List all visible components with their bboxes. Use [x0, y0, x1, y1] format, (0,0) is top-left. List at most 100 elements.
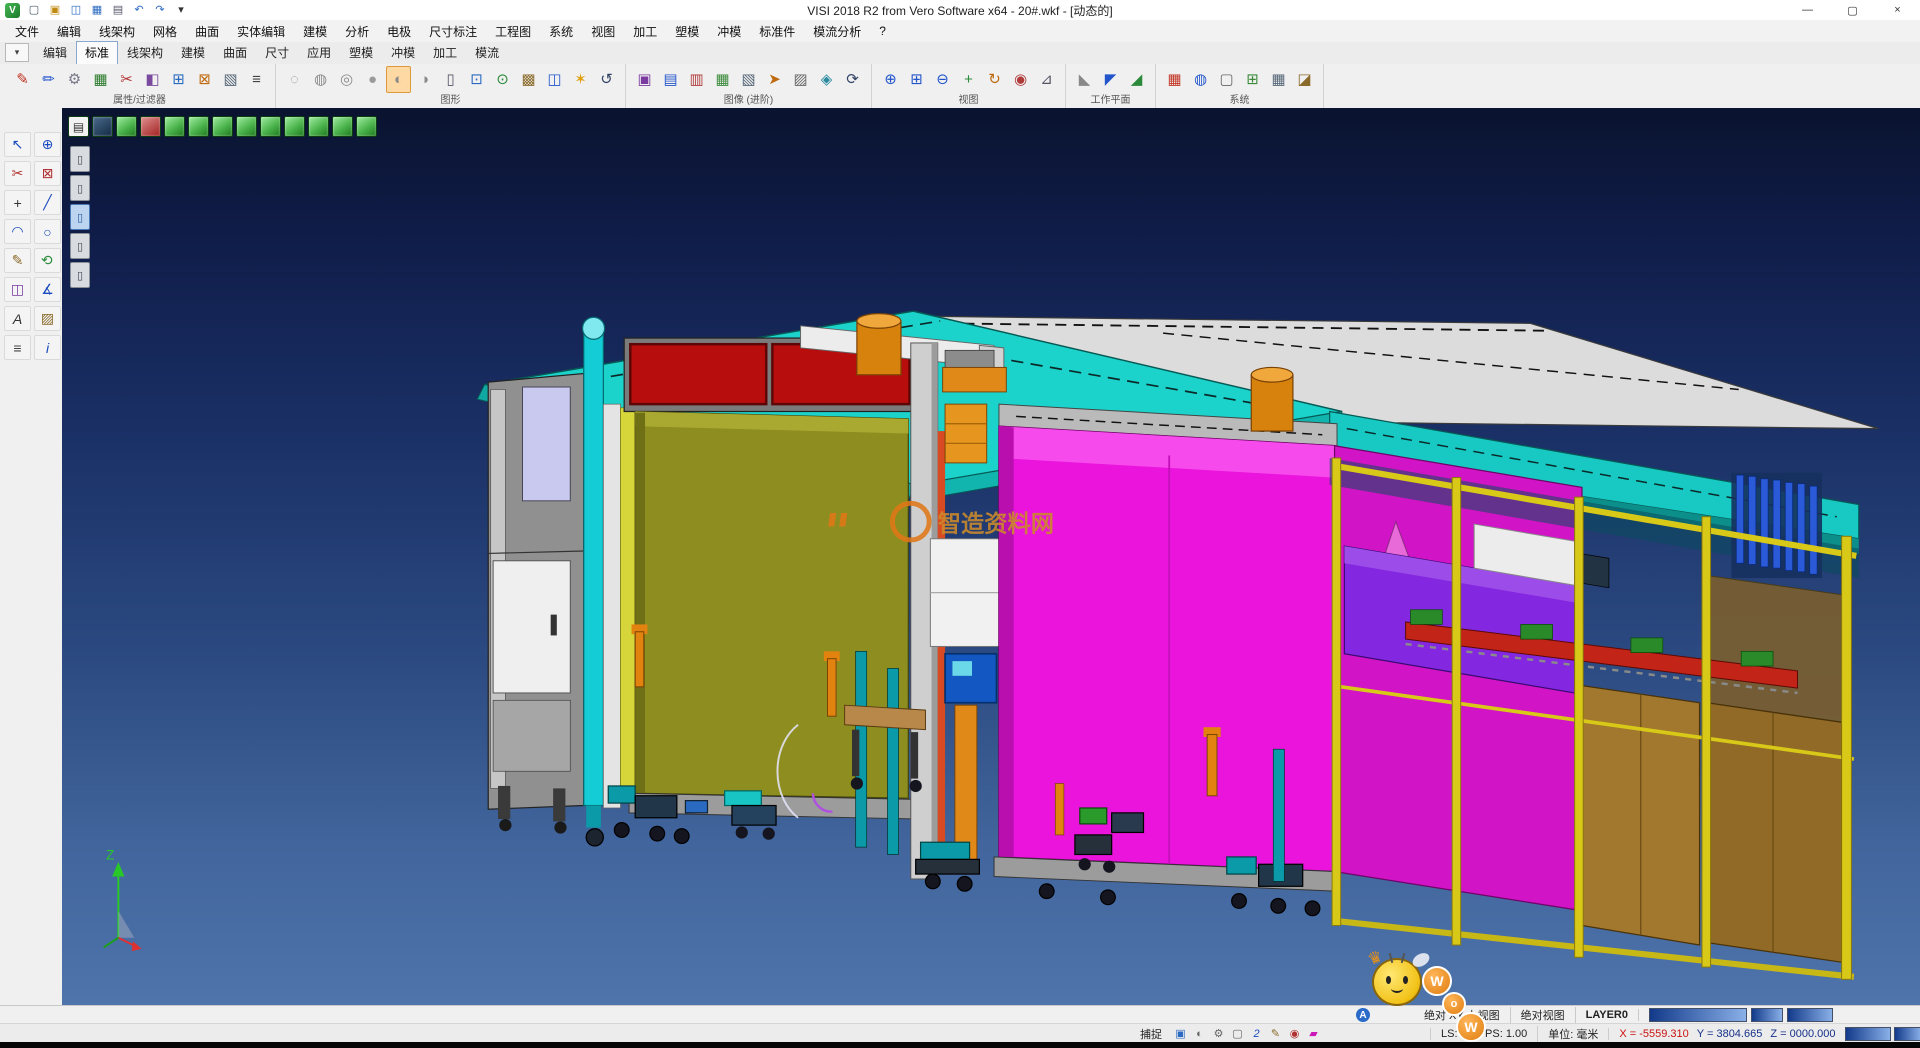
color-swatch[interactable] [1894, 1027, 1920, 1041]
rotate-view-icon[interactable]: ↻ [982, 66, 1007, 93]
menu-item[interactable]: 分析 [336, 23, 378, 40]
status-render-icon[interactable]: ◐ [1191, 1026, 1208, 1041]
view-cube-iso-3[interactable] [332, 116, 353, 137]
status-select-icon[interactable]: ▰ [1305, 1026, 1322, 1041]
system-perspective-icon[interactable]: ◪ [1292, 66, 1317, 93]
maximize-button[interactable]: ▢ [1830, 0, 1875, 20]
image-export-icon[interactable]: ➤ [762, 66, 787, 93]
tab-overflow-button[interactable]: ▾ [5, 43, 29, 62]
render-transparent-icon[interactable]: ◐ [386, 66, 411, 93]
image-settings-icon[interactable]: ▦ [710, 66, 735, 93]
view-cube-back[interactable] [284, 116, 305, 137]
menu-item[interactable]: 实体编辑 [228, 23, 294, 40]
menu-item[interactable]: 电极 [378, 23, 420, 40]
workplane-3d-icon[interactable]: ◢ [1124, 66, 1149, 93]
status-pencil-icon[interactable]: ✎ [1267, 1026, 1284, 1041]
menu-item[interactable]: 模流分析 [804, 23, 870, 40]
attribute-paint-icon[interactable]: ✎ [10, 66, 35, 93]
tab-standard[interactable]: 标准 [76, 41, 118, 65]
menu-item[interactable]: 曲面 [186, 23, 228, 40]
view-cube-front[interactable] [116, 116, 137, 137]
system-palette-icon[interactable]: ▦ [1162, 66, 1187, 93]
menu-item[interactable]: 标准件 [750, 23, 804, 40]
info-tool-icon[interactable]: i [34, 335, 61, 360]
new-file-icon[interactable]: ▢ [24, 1, 44, 20]
color-swatch[interactable] [1649, 1008, 1747, 1022]
menu-item[interactable]: 冲模 [708, 23, 750, 40]
menu-item[interactable]: 加工 [624, 23, 666, 40]
image-view-icon[interactable]: ◈ [814, 66, 839, 93]
print-icon[interactable]: ▤ [108, 1, 128, 20]
layer-selector[interactable]: LAYER0 [1576, 1009, 1639, 1021]
render-shaded-edges-icon[interactable]: ● [360, 66, 385, 93]
snap-label[interactable]: 捕捉 [1140, 1026, 1162, 1042]
mask-filter-icon[interactable]: ◧ [140, 66, 165, 93]
render-wireframe-icon[interactable]: ◌ [282, 66, 307, 93]
edit-pencil-icon[interactable]: ✎ [4, 248, 31, 273]
color-swatch[interactable] [1845, 1027, 1891, 1041]
view-cube-iso-2[interactable] [212, 116, 233, 137]
status-window-icon[interactable]: ▢ [1229, 1026, 1246, 1041]
layer-filter-icon[interactable]: ▧ [218, 66, 243, 93]
filter-off-icon[interactable]: ⊠ [192, 66, 217, 93]
image-background-icon[interactable]: ▧ [736, 66, 761, 93]
save-all-icon[interactable]: ▦ [87, 1, 107, 20]
graphics-texture-icon[interactable]: ▩ [516, 66, 541, 93]
view-cube-top[interactable] [164, 116, 185, 137]
graphics-material-icon[interactable]: ◫ [542, 66, 567, 93]
mirror-tool-icon[interactable]: ◫ [4, 277, 31, 302]
tab-die[interactable]: 冲模 [382, 41, 424, 65]
menu-item[interactable]: 网格 [144, 23, 186, 40]
tab-mold[interactable]: 塑模 [340, 41, 382, 65]
zoom-all-icon[interactable]: ⊕ [878, 66, 903, 93]
mode-button-4[interactable]: ▯ [70, 233, 90, 259]
qat-dropdown-icon[interactable]: ▾ [171, 1, 191, 20]
status-magnet-icon[interactable]: ◉ [1286, 1026, 1303, 1041]
menu-item[interactable]: ? [870, 24, 895, 38]
erase-icon[interactable]: ⊠ [34, 161, 61, 186]
trim-filter-icon[interactable]: ✂ [114, 66, 139, 93]
point-tool-icon[interactable]: + [4, 190, 31, 215]
menu-item[interactable]: 尺寸标注 [420, 23, 486, 40]
zoom-previous-icon[interactable]: ⊖ [930, 66, 955, 93]
pan-view-icon[interactable]: + [956, 66, 981, 93]
trim-scissors-icon[interactable]: ✂ [4, 161, 31, 186]
system-globe-icon[interactable]: ◍ [1188, 66, 1213, 93]
workplane-xy-icon[interactable]: ◣ [1072, 66, 1097, 93]
view-cube-bottom[interactable] [308, 116, 329, 137]
render-shaded-icon[interactable]: ◎ [334, 66, 359, 93]
tab-modeling[interactable]: 建模 [172, 41, 214, 65]
render-quality-icon[interactable]: ◑ [412, 66, 437, 93]
view-cube-right[interactable] [260, 116, 281, 137]
tab-wireframe[interactable]: 线架构 [118, 41, 172, 65]
render-hidden-line-icon[interactable]: ◍ [308, 66, 333, 93]
tab-application[interactable]: 应用 [298, 41, 340, 65]
zoom-window-icon[interactable]: ⊞ [904, 66, 929, 93]
menu-item[interactable]: 线架构 [90, 23, 144, 40]
image-refresh-icon[interactable]: ⟳ [840, 66, 865, 93]
dynamic-view-icon[interactable]: ◉ [1008, 66, 1033, 93]
workplane-align-icon[interactable]: ◤ [1098, 66, 1123, 93]
arc-tool-icon[interactable]: ◠ [4, 219, 31, 244]
view-cube-iso-4[interactable] [356, 116, 377, 137]
color-swatch[interactable] [1751, 1008, 1783, 1022]
filter-list-icon[interactable]: ≡ [244, 66, 269, 93]
tab-moldflow[interactable]: 模流 [466, 41, 508, 65]
mode-button-3[interactable]: ▯ [70, 204, 90, 230]
view-cube-iso-1[interactable] [188, 116, 209, 137]
view-cube-left[interactable] [236, 116, 257, 137]
viewport-3d[interactable]: 智造资料网 Z ▤ ▯▯▯▯▯ [62, 108, 1920, 1005]
graphics-reset-icon[interactable]: ↺ [594, 66, 619, 93]
view-normal-icon[interactable]: ⊿ [1034, 66, 1059, 93]
image-render-icon[interactable]: ▥ [684, 66, 709, 93]
status-layer2-icon[interactable]: 2 [1248, 1026, 1265, 1041]
system-table-icon[interactable]: ▦ [1266, 66, 1291, 93]
menu-item[interactable]: 系统 [540, 23, 582, 40]
menu-item[interactable]: 编辑 [48, 23, 90, 40]
graphics-cylinder-icon[interactable]: ⊙ [490, 66, 515, 93]
rotate-tool-icon[interactable]: ⟲ [34, 248, 61, 273]
hatch-tool-icon[interactable]: ▨ [34, 306, 61, 331]
mode-button-5[interactable]: ▯ [70, 262, 90, 288]
zoom-tool-icon[interactable]: ⊕ [34, 132, 61, 157]
circle-tool-icon[interactable]: ○ [34, 219, 61, 244]
